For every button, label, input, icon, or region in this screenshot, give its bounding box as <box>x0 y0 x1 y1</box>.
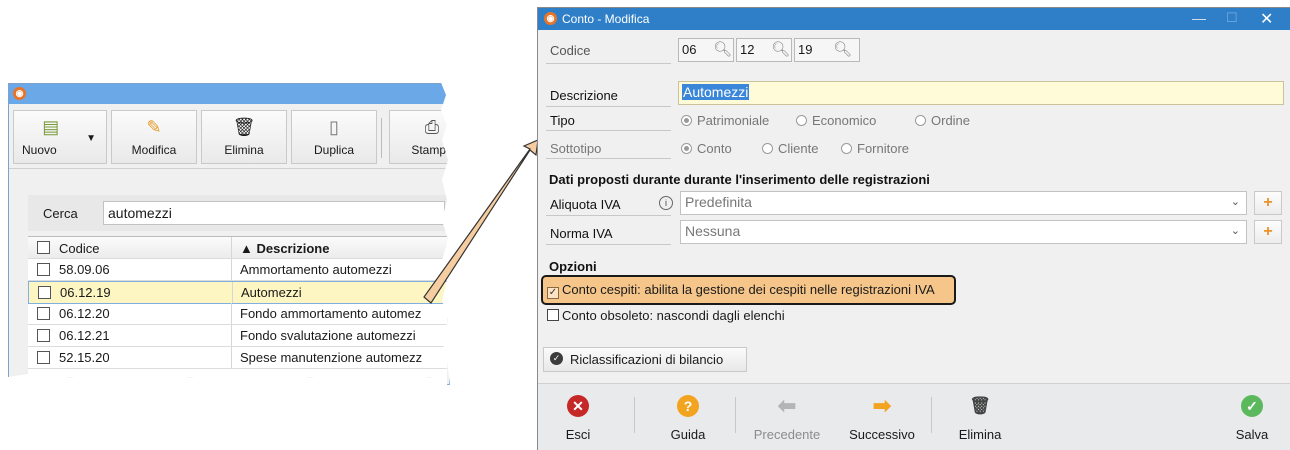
radio-cliente[interactable]: Cliente <box>762 141 818 156</box>
radio-icon <box>915 115 926 126</box>
save-button[interactable]: ✓ Salva <box>1222 384 1282 450</box>
field-underline <box>546 158 671 159</box>
codice-part-2-value: 12 <box>740 42 755 57</box>
check-circle-icon: ✓ <box>1241 395 1263 417</box>
radio-selected-icon <box>681 143 692 154</box>
field-underline <box>546 244 671 245</box>
codice-part-3-field[interactable]: 19 🔍︎ <box>794 38 860 62</box>
radio-icon <box>841 143 852 154</box>
save-label: Salva <box>1235 427 1269 442</box>
help-icon: ? <box>677 395 699 417</box>
add-aliquota-button[interactable]: + <box>1254 191 1282 215</box>
descrizione-input[interactable]: Automezzi <box>678 81 1284 105</box>
field-underline <box>546 130 671 131</box>
cespiti-checkbox-label: Conto cespiti: abilita la gestione dei c… <box>562 282 935 297</box>
codice-part-3-value: 19 <box>798 42 813 57</box>
section-dati-heading: Dati proposti durante durante l'inserime… <box>549 172 930 187</box>
next-label: Successivo <box>849 427 915 442</box>
field-underline <box>546 63 671 64</box>
codice-part-2-field[interactable]: 12 🔍︎ <box>736 38 792 62</box>
close-circle-icon: ✕ <box>567 395 589 417</box>
radio-economico-label: Economico <box>812 113 877 128</box>
info-icon[interactable]: i <box>659 196 673 210</box>
search-icon[interactable]: 🔍︎ <box>713 40 732 58</box>
radio-ordine[interactable]: Ordine <box>915 113 970 128</box>
maximize-icon[interactable]: ☐ <box>1226 10 1238 26</box>
search-icon[interactable]: 🔍︎ <box>771 40 790 58</box>
radio-fornitore[interactable]: Fornitore <box>841 141 909 156</box>
search-icon[interactable]: 🔍︎ <box>833 40 852 58</box>
add-norma-button[interactable]: + <box>1254 220 1282 244</box>
sottotipo-label: Sottotipo <box>550 141 602 156</box>
dialog-title: Conto - Modifica <box>562 12 650 26</box>
radio-icon <box>796 115 807 126</box>
radio-patrimoniale-label: Patrimoniale <box>697 113 770 128</box>
help-label: Guida <box>670 427 706 442</box>
radio-conto-label: Conto <box>697 141 732 156</box>
separator <box>634 397 635 433</box>
radio-cliente-label: Cliente <box>778 141 819 156</box>
exit-label: Esci <box>565 427 591 442</box>
delete-button[interactable]: 🗑 Elimina <box>940 384 1020 450</box>
chevron-down-icon[interactable]: ⌄ <box>1231 195 1240 208</box>
norma-label: Norma IVA <box>550 226 613 241</box>
previous-button[interactable]: ⬅ Precedente <box>743 384 831 450</box>
exit-button[interactable]: ✕ Esci <box>550 384 606 450</box>
descrizione-value: Automezzi <box>682 84 750 100</box>
riclassificazioni-button[interactable]: ✓ Riclassificazioni di bilancio <box>543 347 747 372</box>
obsoleto-checkbox[interactable]: Conto obsoleto: nascondi dagli elenchi <box>547 308 785 323</box>
check-circle-icon: ✓ <box>550 352 563 365</box>
dialog-title-bar: ◉ Conto - Modifica — ☐ ✕ <box>538 8 1290 30</box>
descrizione-label: Descrizione <box>550 88 618 103</box>
riclassificazioni-label: Riclassificazioni di bilancio <box>570 352 724 367</box>
checkbox-icon <box>547 309 559 321</box>
aliquota-label: Aliquota IVA <box>550 197 621 212</box>
plus-icon: + <box>1263 223 1273 240</box>
tipo-label: Tipo <box>550 113 575 128</box>
chevron-down-icon[interactable]: ⌄ <box>1231 224 1240 237</box>
aliquota-value: Predefinita <box>685 194 752 210</box>
opzioni-heading: Opzioni <box>549 259 597 274</box>
obsoleto-checkbox-label: Conto obsoleto: nascondi dagli elenchi <box>562 308 785 323</box>
codice-label: Codice <box>550 43 591 58</box>
radio-icon <box>762 143 773 154</box>
plus-icon: + <box>1263 194 1273 211</box>
radio-conto[interactable]: Conto <box>681 141 732 156</box>
radio-patrimoniale[interactable]: Patrimoniale <box>681 113 769 128</box>
delete-label: Elimina <box>958 427 1002 442</box>
arrow-left-icon: ⬅ <box>777 393 797 418</box>
radio-ordine-label: Ordine <box>931 113 971 128</box>
help-button[interactable]: ? Guida <box>658 384 718 450</box>
bottom-action-bar: ✕ Esci ? Guida ⬅ Precedente ➡ Successivo… <box>538 383 1290 450</box>
separator <box>931 397 932 433</box>
previous-label: Precedente <box>753 427 821 442</box>
field-underline <box>546 215 671 216</box>
norma-value: Nessuna <box>685 223 741 239</box>
close-icon[interactable]: ✕ <box>1260 9 1273 29</box>
cespiti-checkbox[interactable]: ✓ Conto cespiti: abilita la gestione dei … <box>547 282 935 299</box>
account-edit-dialog: ◉ Conto - Modifica — ☐ ✕ Codice 06 🔍︎ 12… <box>537 7 1290 450</box>
trash-icon: 🗑 <box>969 396 991 415</box>
codice-part-1-value: 06 <box>682 42 697 57</box>
radio-economico[interactable]: Economico <box>796 113 876 128</box>
app-logo-icon: ◉ <box>544 12 557 25</box>
radio-fornitore-label: Fornitore <box>857 141 910 156</box>
separator <box>735 397 736 433</box>
arrow-right-icon: ➡ <box>872 393 892 418</box>
field-underline <box>546 106 671 107</box>
radio-selected-icon <box>681 115 692 126</box>
checkbox-checked-icon: ✓ <box>547 287 559 299</box>
codice-part-1-field[interactable]: 06 🔍︎ <box>678 38 734 62</box>
minimize-icon[interactable]: — <box>1192 10 1206 26</box>
norma-select[interactable]: Nessuna ⌄ <box>680 220 1247 244</box>
aliquota-select[interactable]: Predefinita ⌄ <box>680 191 1247 215</box>
next-button[interactable]: ➡ Successivo <box>838 384 926 450</box>
